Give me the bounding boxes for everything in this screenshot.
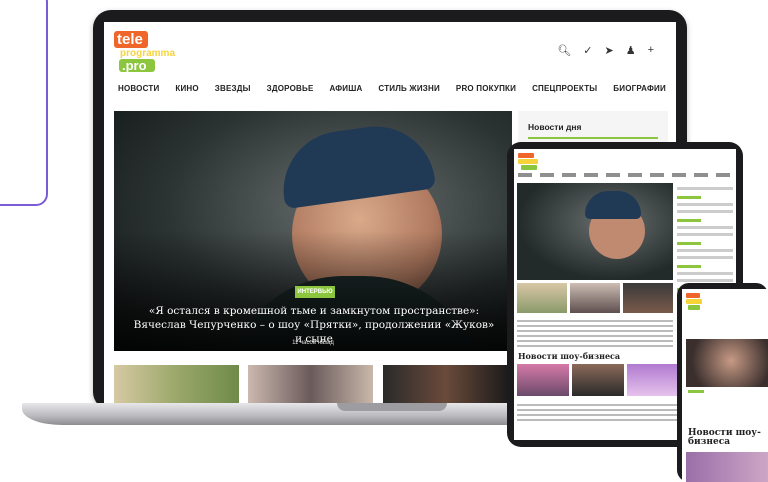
article-thumbnail[interactable] xyxy=(623,283,673,313)
article-thumbnail[interactable] xyxy=(517,364,569,396)
article-thumbnail[interactable] xyxy=(114,365,239,405)
phone-article-image-2[interactable] xyxy=(686,452,768,482)
article-thumbnail[interactable] xyxy=(626,364,679,396)
site-logo[interactable]: tele programma .pro xyxy=(114,31,175,75)
tablet-logo[interactable] xyxy=(518,153,540,171)
article-thumbnail[interactable] xyxy=(571,364,624,396)
phone-logo[interactable] xyxy=(686,293,708,311)
news-panel-underline xyxy=(528,137,658,139)
article-thumbnail[interactable] xyxy=(248,365,373,405)
nav-item-bios[interactable]: БИОГРАФИИ xyxy=(613,84,666,93)
phone-article-tag[interactable] xyxy=(688,390,704,393)
phone-screen: Новости шоу-бизнеса xyxy=(682,289,768,482)
tablet-article-text xyxy=(517,317,673,350)
logo-line-3: .pro xyxy=(119,59,155,72)
phone-section-title: Новости шоу-бизнеса xyxy=(688,428,761,448)
nav-item-afisha[interactable]: АФИША xyxy=(329,84,362,93)
header-icons: 🔍︎ ✓ ➤ ♟ + xyxy=(557,44,654,57)
nav-item-stars[interactable]: ЗВЕЗДЫ xyxy=(215,84,251,93)
tablet-hero-article[interactable] xyxy=(517,183,673,280)
nav-item-special[interactable]: СПЕЦПРОЕКТЫ xyxy=(532,84,597,93)
phone-article-image[interactable] xyxy=(686,339,768,387)
article-thumbnail[interactable] xyxy=(383,365,508,405)
article-thumbnail[interactable] xyxy=(517,283,567,313)
main-nav: НОВОСТИ КИНО ЗВЕЗДЫ ЗДОРОВЬЕ АФИША СТИЛЬ… xyxy=(118,84,666,93)
tablet-thumbnails xyxy=(517,283,673,313)
tablet-hero-cap xyxy=(585,191,641,219)
search-icon[interactable]: 🔍︎ xyxy=(557,44,571,57)
nav-item-shopping[interactable]: PRO ПОКУПКИ xyxy=(456,84,516,93)
laptop-notch xyxy=(337,403,447,411)
vk-icon[interactable]: ✓ xyxy=(583,44,592,57)
decorative-frame xyxy=(0,0,48,206)
nav-item-cinema[interactable]: КИНО xyxy=(175,84,198,93)
nav-item-lifestyle[interactable]: СТИЛЬ ЖИЗНИ xyxy=(378,84,440,93)
news-panel-title: Новости дня xyxy=(528,122,582,132)
hero-time: 11 часов назад xyxy=(292,340,334,346)
nav-item-health[interactable]: ЗДОРОВЬЕ xyxy=(267,84,314,93)
ok-icon[interactable]: ♟ xyxy=(626,44,636,57)
plus-icon[interactable]: + xyxy=(648,44,654,57)
hero-article[interactable]: ИНТЕРВЬЮ «Я остался в кромешной тьме и з… xyxy=(114,111,512,351)
telegram-icon[interactable]: ➤ xyxy=(604,44,613,57)
nav-item-news[interactable]: НОВОСТИ xyxy=(118,84,159,93)
tablet-section-title: Новости шоу-бизнеса xyxy=(518,351,621,361)
logo-line-1: tele xyxy=(114,31,148,48)
article-thumbnail[interactable] xyxy=(570,283,620,313)
hero-tag[interactable]: ИНТЕРВЬЮ xyxy=(295,286,335,298)
tablet-nav[interactable] xyxy=(518,173,732,177)
